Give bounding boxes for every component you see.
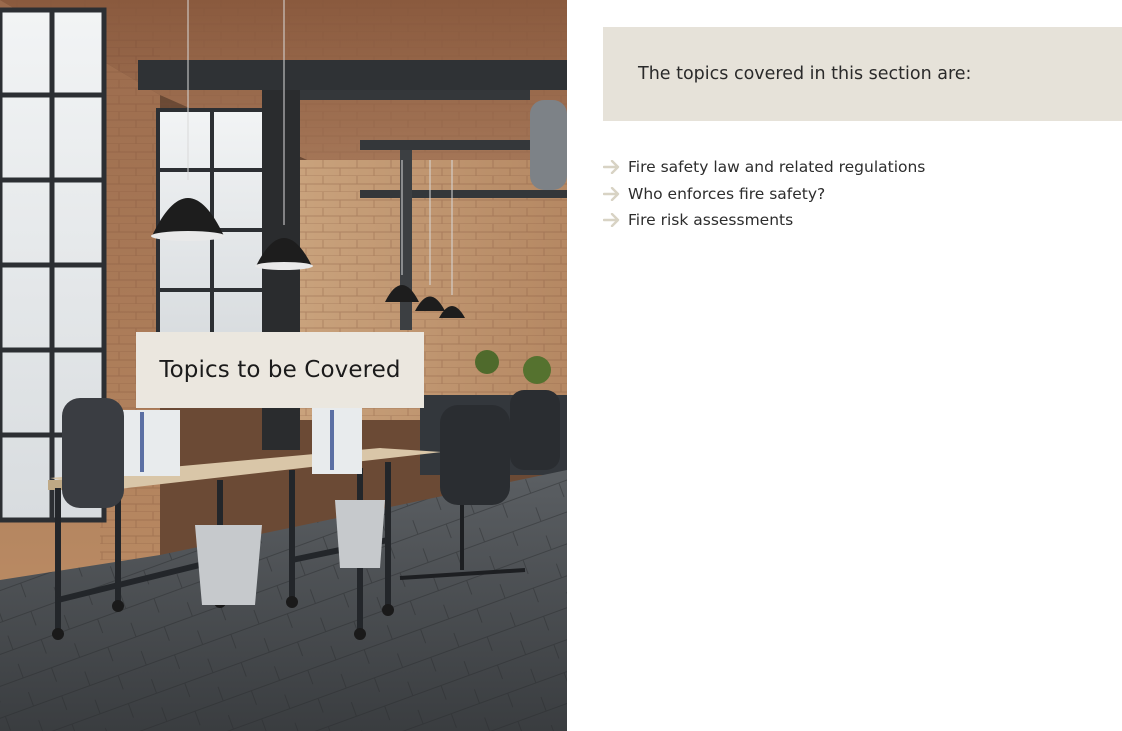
topic-list-item: Fire risk assessments [603, 207, 925, 234]
topic-list: Fire safety law and related regulations … [603, 154, 925, 234]
topic-label: Fire safety law and related regulations [628, 158, 926, 177]
arrow-right-icon [603, 160, 620, 175]
topic-label: Fire risk assessments [628, 211, 794, 230]
topic-list-item: Who enforces fire safety? [603, 181, 925, 208]
arrow-right-icon [603, 213, 620, 228]
arrow-right-icon [603, 186, 620, 201]
topics-header: The topics covered in this section are: [638, 64, 972, 84]
slide: Topics to be Covered The topics covered … [0, 0, 1122, 731]
topics-header-box: The topics covered in this section are: [603, 27, 1122, 121]
topic-list-item: Fire safety law and related regulations [603, 154, 925, 181]
office-photo: Topics to be Covered [0, 0, 567, 731]
section-title: Topics to be Covered [159, 357, 401, 383]
section-title-card: Topics to be Covered [136, 332, 424, 408]
topic-label: Who enforces fire safety? [628, 184, 826, 203]
